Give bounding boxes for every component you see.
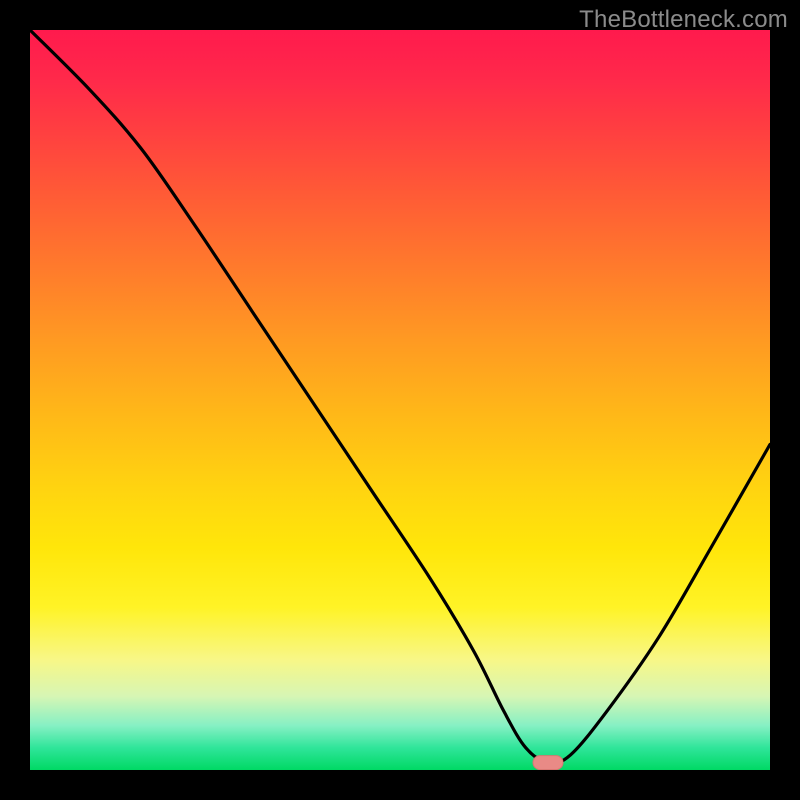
plot-area bbox=[30, 30, 770, 770]
chart-frame: TheBottleneck.com bbox=[0, 0, 800, 800]
optimum-marker bbox=[533, 756, 563, 770]
curve-path bbox=[30, 30, 770, 763]
bottleneck-curve bbox=[30, 30, 770, 770]
